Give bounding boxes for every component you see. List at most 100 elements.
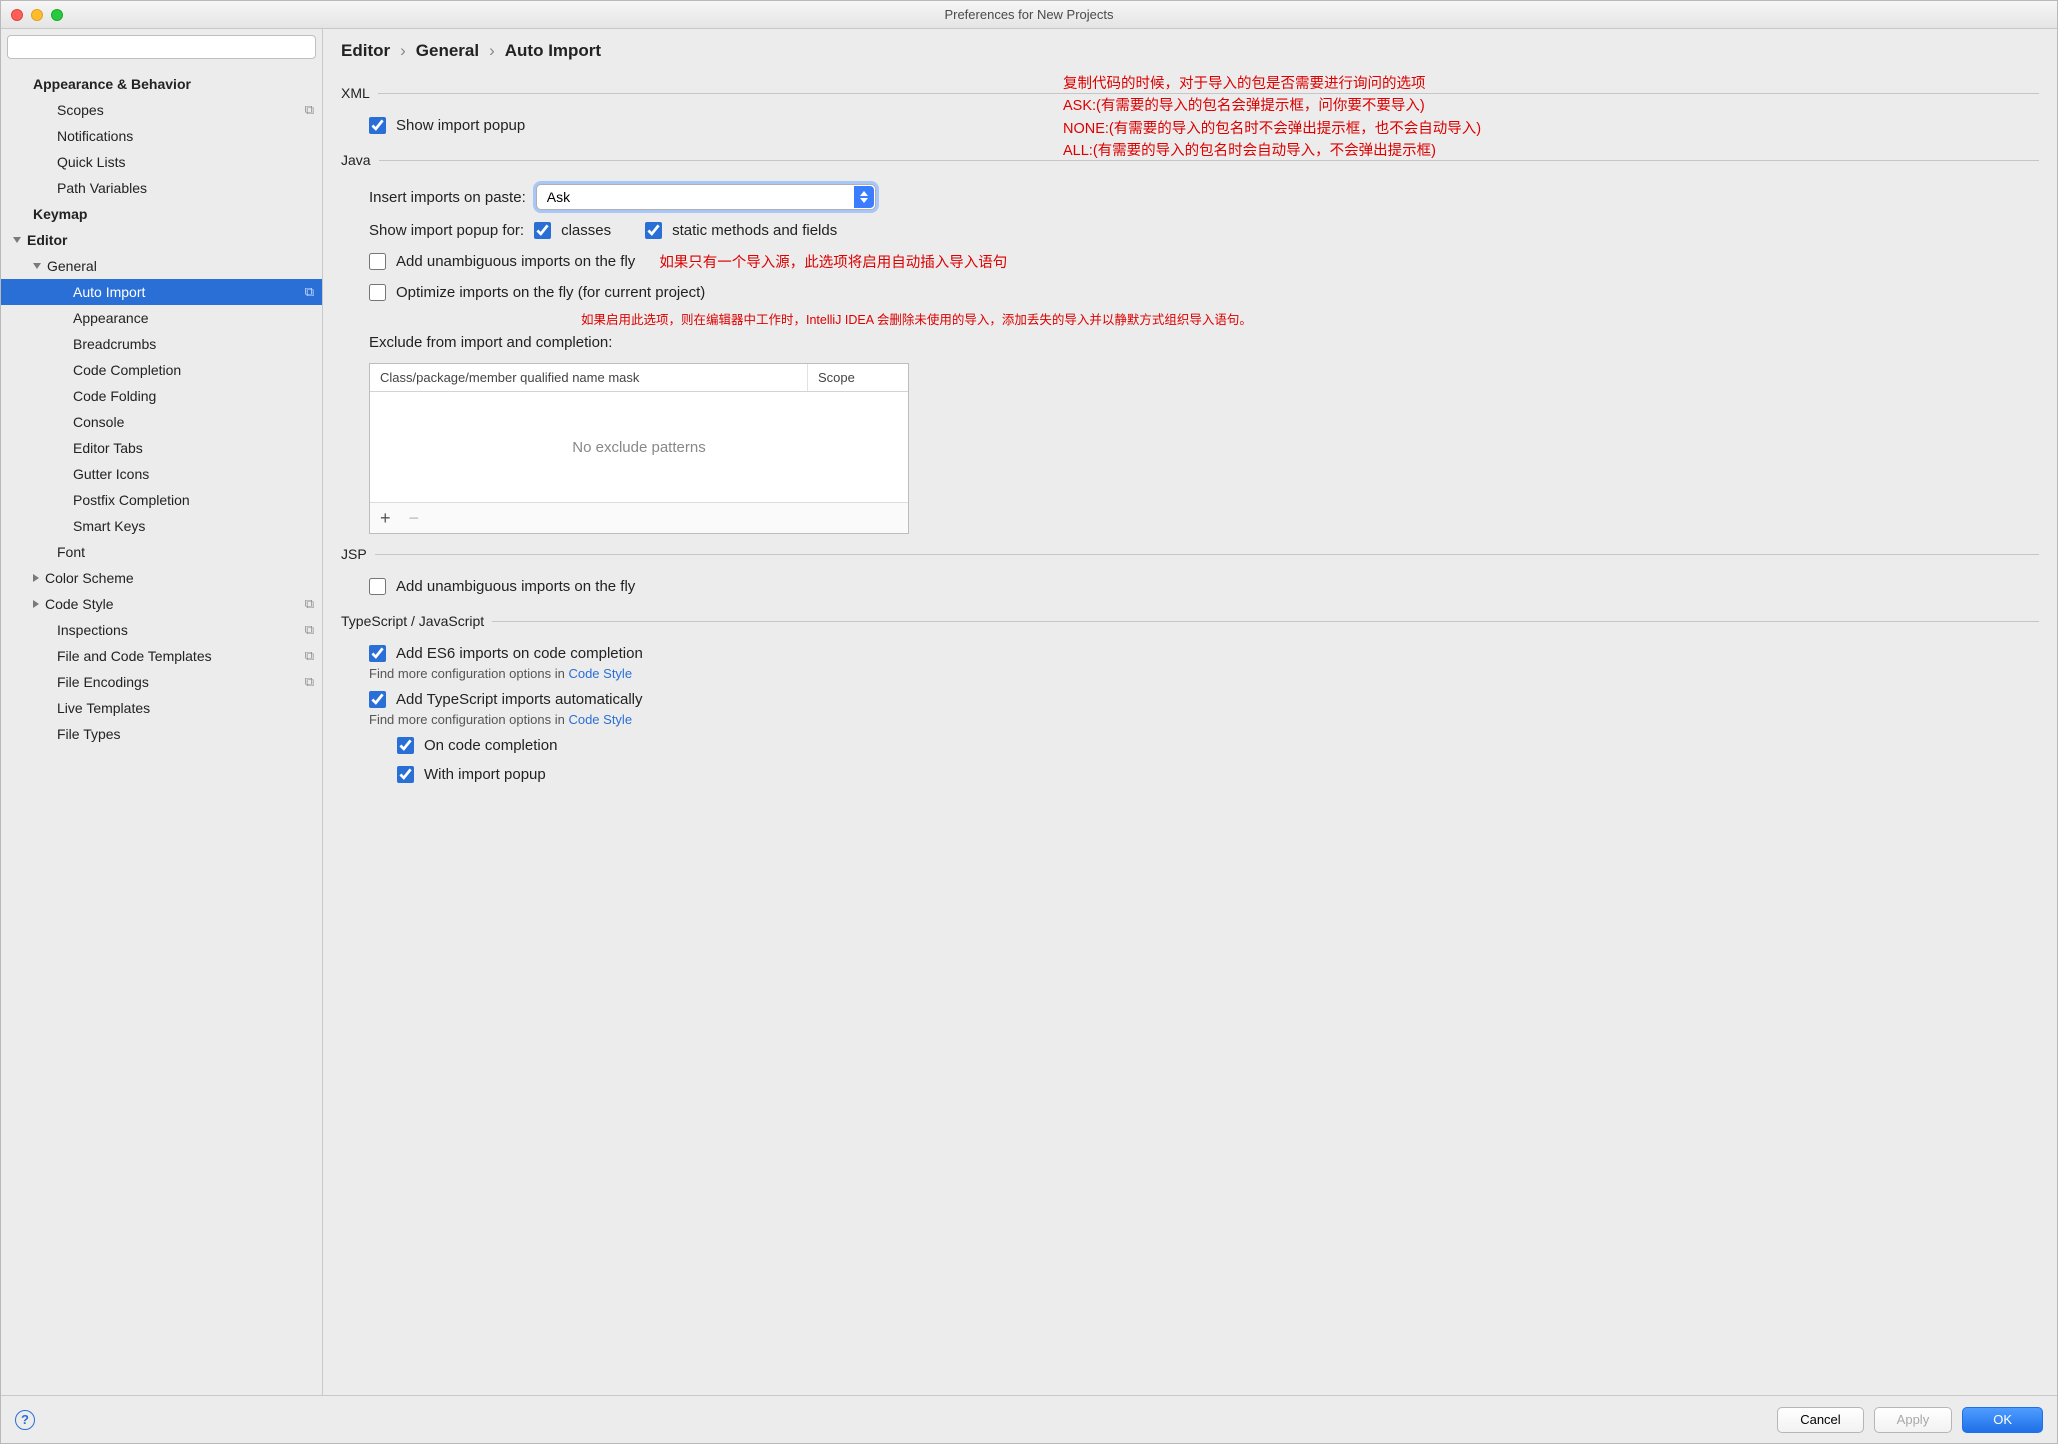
java-optimize-imports-checkbox[interactable] [369, 284, 386, 301]
code-style-link-1[interactable]: Code Style [568, 666, 632, 681]
sidebar-item-label: Auto Import [73, 284, 145, 300]
sidebar-item-font[interactable]: Font [1, 539, 322, 565]
apply-button[interactable]: Apply [1874, 1407, 1953, 1433]
sidebar-item-label: Editor Tabs [73, 440, 143, 456]
sidebar-item-path-variables[interactable]: Path Variables [1, 175, 322, 201]
breadcrumb-a[interactable]: Editor [341, 41, 390, 61]
ts-add-es6-checkbox[interactable] [369, 645, 386, 662]
sidebar-item-label: Font [57, 544, 85, 560]
footer: ? Cancel Apply OK [1, 1395, 2057, 1443]
sidebar-item-label: Notifications [57, 128, 133, 144]
sidebar-item-code-style[interactable]: Code Style ⧉ [1, 591, 322, 617]
sidebar-item-label: Smart Keys [73, 518, 145, 534]
code-style-link-2[interactable]: Code Style [568, 712, 632, 727]
exclude-label: Exclude from import and completion: [341, 328, 2039, 357]
project-scope-icon: ⧉ [305, 648, 314, 664]
sidebar-item-file-encodings[interactable]: File Encodings⧉ [1, 669, 322, 695]
sidebar-item-gutter-icons[interactable]: Gutter Icons [1, 461, 322, 487]
sidebar-item-editor[interactable]: Editor [1, 227, 322, 253]
sidebar-item-console[interactable]: Console [1, 409, 322, 435]
settings-tree[interactable]: Appearance & Behavior Scopes ⧉ Notification… [1, 65, 322, 1395]
sidebar-item-editor-tabs[interactable]: Editor Tabs [1, 435, 322, 461]
annotation-unambiguous: 如果只有一个导入源，此选项将启用自动插入导入语句 [659, 251, 1007, 272]
popup-static-checkbox[interactable] [645, 222, 662, 239]
sidebar-item-file-and-code-templates[interactable]: File and Code Templates ⧉ [1, 643, 322, 669]
sidebar-item-color-scheme[interactable]: Color Scheme [1, 565, 322, 591]
annotation-paste-options: 复制代码的时候，对于导入的包是否需要进行询问的选项 ASK:(有需要的导入的包名… [1063, 73, 1623, 163]
sidebar-item-label: Live Templates [57, 700, 150, 716]
sidebar-item-code-completion[interactable]: Code Completion [1, 357, 322, 383]
sidebar-item-general[interactable]: General [1, 253, 322, 279]
exclude-empty: No exclude patterns [370, 392, 908, 502]
sidebar-item-label: Appearance [73, 310, 149, 326]
chevron-right-icon [33, 574, 39, 582]
add-icon[interactable]: + [380, 509, 391, 527]
titlebar: Preferences for New Projects [1, 1, 2057, 29]
chevron-down-icon [33, 263, 41, 269]
sidebar-item-label: File Encodings [57, 674, 149, 690]
ts-with-popup-checkbox[interactable] [397, 766, 414, 783]
chevron-right-icon [33, 600, 39, 608]
sidebar-item-label: Postfix Completion [73, 492, 190, 508]
sidebar-item-appearance[interactable]: Appearance [1, 305, 322, 331]
sidebar-item-label: File Types [57, 726, 121, 742]
project-scope-icon: ⧉ [305, 622, 314, 638]
ok-button[interactable]: OK [1962, 1407, 2043, 1433]
sidebar-item-label: Scopes [57, 102, 104, 118]
sidebar-item-file-types[interactable]: File Types [1, 721, 322, 747]
sidebar-item-label: File and Code Templates [57, 648, 212, 664]
exclude-col-scope[interactable]: Scope [808, 364, 908, 391]
sidebar-item-notifications[interactable]: Notifications [1, 123, 322, 149]
breadcrumb: Editor › General › Auto Import [323, 29, 2057, 65]
section-jsp: JSP Add unambiguous imports on the fly [341, 546, 2039, 603]
breadcrumb-c: Auto Import [505, 41, 601, 61]
sidebar-item-label: Breadcrumbs [73, 336, 156, 352]
sidebar-item-label: Code Folding [73, 388, 156, 404]
search-input[interactable] [7, 35, 316, 59]
java-add-unambiguous-checkbox[interactable] [369, 253, 386, 270]
sidebar-item-keymap[interactable]: Keymap [1, 201, 322, 227]
insert-imports-label: Insert imports on paste: [369, 189, 526, 206]
remove-icon[interactable]: − [409, 509, 420, 527]
cancel-button[interactable]: Cancel [1777, 1407, 1863, 1433]
ts-on-completion-checkbox[interactable] [397, 737, 414, 754]
project-scope-icon: ⧉ [305, 284, 314, 300]
sidebar-item-live-templates[interactable]: Live Templates [1, 695, 322, 721]
sidebar-item-appearance-behavior[interactable]: Appearance & Behavior [1, 71, 322, 97]
sidebar-item-code-folding[interactable]: Code Folding [1, 383, 322, 409]
sidebar-item-label: General [47, 258, 97, 274]
sidebar-item-label: Code Style [45, 596, 113, 612]
xml-show-import-popup-label: Show import popup [396, 117, 525, 134]
sidebar-item-quick-lists[interactable]: Quick Lists [1, 149, 322, 175]
sidebar-item-postfix-completion[interactable]: Postfix Completion [1, 487, 322, 513]
project-scope-icon: ⧉ [305, 102, 314, 118]
ts-add-ts-imports-checkbox[interactable] [369, 691, 386, 708]
sidebar-item-label: Gutter Icons [73, 466, 149, 482]
chevron-down-icon [13, 237, 21, 243]
sidebar-item-label: Color Scheme [45, 570, 134, 586]
sidebar-item-label: Editor [27, 232, 67, 248]
sidebar-item-breadcrumbs[interactable]: Breadcrumbs [1, 331, 322, 357]
sidebar-item-auto-import[interactable]: Auto Import ⧉ [1, 279, 322, 305]
jsp-add-unambiguous-checkbox[interactable] [369, 578, 386, 595]
sidebar-item-scopes[interactable]: Scopes ⧉ [1, 97, 322, 123]
sidebar-item-label: Path Variables [57, 180, 147, 196]
breadcrumb-b[interactable]: General [416, 41, 479, 61]
help-icon[interactable]: ? [15, 1410, 35, 1430]
sidebar-item-label: Appearance & Behavior [33, 76, 191, 92]
exclude-table: Class/package/member qualified name mask… [369, 363, 909, 534]
sidebar-item-smart-keys[interactable]: Smart Keys [1, 513, 322, 539]
popup-classes-checkbox[interactable] [534, 222, 551, 239]
annotation-optimize: 如果启用此选项，则在编辑器中工作时，IntelliJ IDEA 会删除未使用的导… [341, 309, 2039, 328]
exclude-col-name[interactable]: Class/package/member qualified name mask [370, 364, 808, 391]
preferences-window: Preferences for New Projects 🔍 Appearanc… [0, 0, 2058, 1444]
show-popup-for-label: Show import popup for: [369, 222, 524, 239]
xml-show-import-popup-checkbox[interactable] [369, 117, 386, 134]
sidebar-item-inspections[interactable]: Inspections⧉ [1, 617, 322, 643]
sidebar-item-label: Console [73, 414, 124, 430]
project-scope-icon: ⧉ [305, 596, 314, 612]
insert-imports-select[interactable]: Ask [536, 184, 876, 210]
sidebar: 🔍 Appearance & BehaviorScopes⧉Notificati… [1, 29, 323, 1395]
sidebar-item-label: Quick Lists [57, 154, 125, 170]
main-panel: Editor › General › Auto Import 复制代码的时候，对… [323, 29, 2057, 1395]
